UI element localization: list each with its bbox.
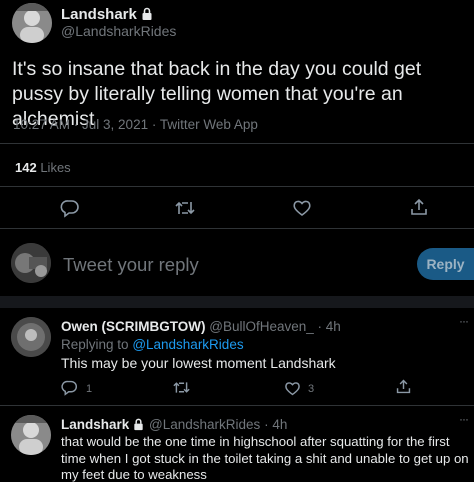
divider xyxy=(0,186,474,187)
reply-more-button[interactable]: ··· xyxy=(459,412,469,426)
reply-author-name[interactable]: Landshark xyxy=(61,417,129,432)
reply-icon[interactable] xyxy=(60,198,80,218)
reply-more-button[interactable]: ··· xyxy=(459,314,469,328)
reply-count: 1 xyxy=(86,383,93,395)
reply-author-handle[interactable]: @BullOfHeaven_ xyxy=(209,319,314,334)
tweet-meta: 10:27 AM · Jul 3, 2021 · Twitter Web App xyxy=(13,117,258,132)
reply-input[interactable]: Tweet your reply xyxy=(63,254,393,276)
likes-count: 142 xyxy=(15,160,37,175)
divider xyxy=(0,228,474,229)
reply-author-name[interactable]: Owen (SCRIMBGTOW) xyxy=(61,319,206,334)
reply-text: This may be your lowest moment Landshark xyxy=(61,355,336,371)
replying-to: Replying to @LandsharkRides xyxy=(61,337,244,352)
divider xyxy=(0,405,474,406)
reply-text: that would be the one time in highschool… xyxy=(61,434,469,482)
likes-label: Likes xyxy=(40,160,71,175)
section-divider xyxy=(0,296,474,308)
reply-avatar[interactable] xyxy=(11,415,51,455)
author-name[interactable]: Landshark xyxy=(61,6,137,23)
reply-avatar[interactable] xyxy=(11,317,51,357)
like-icon[interactable] xyxy=(292,198,312,218)
share-icon[interactable] xyxy=(409,197,429,217)
replying-to-prefix: Replying to xyxy=(61,337,129,352)
reply-icon[interactable] xyxy=(61,379,78,396)
likes-stat[interactable]: 142 Likes xyxy=(15,160,71,175)
author-handle[interactable]: @LandsharkRides xyxy=(61,23,176,39)
retweet-icon[interactable] xyxy=(174,198,196,218)
like-count: 3 xyxy=(308,383,315,395)
divider xyxy=(0,143,474,144)
share-icon[interactable] xyxy=(395,378,412,395)
reply-time[interactable]: · 4h xyxy=(318,319,341,334)
like-icon[interactable] xyxy=(284,380,301,397)
reply-time[interactable]: · 4h xyxy=(264,417,287,432)
user-avatar[interactable] xyxy=(11,243,51,283)
author-avatar[interactable] xyxy=(12,3,52,43)
retweet-icon[interactable] xyxy=(172,379,191,396)
reply-button[interactable]: Reply xyxy=(417,248,474,280)
replying-to-handle[interactable]: @LandsharkRides xyxy=(132,337,243,352)
reply-author-handle[interactable]: @LandsharkRides xyxy=(149,417,260,432)
lock-icon xyxy=(132,418,145,434)
